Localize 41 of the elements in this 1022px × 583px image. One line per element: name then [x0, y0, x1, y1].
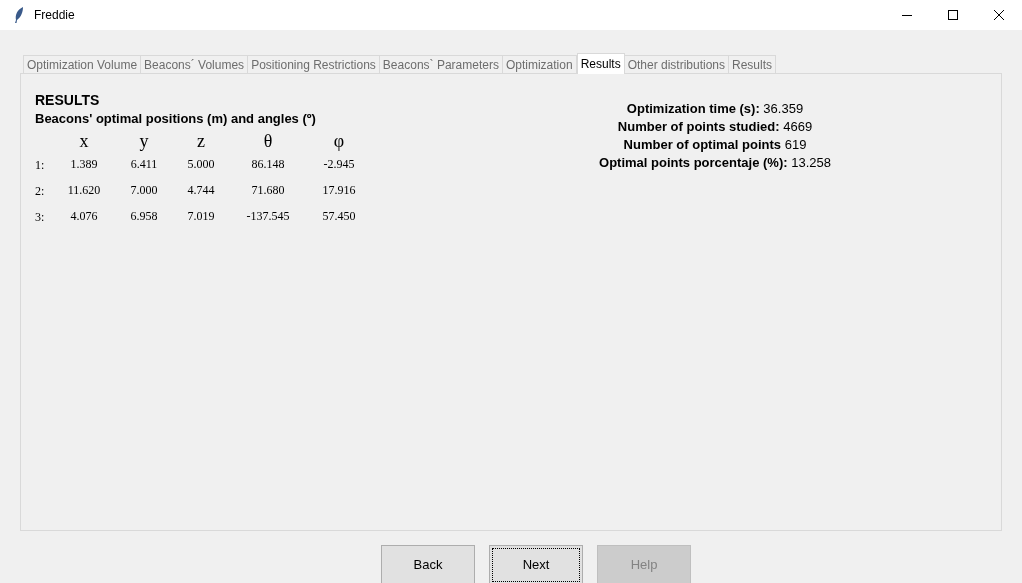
- row-index: 2:: [35, 184, 45, 198]
- row-index: 3:: [35, 210, 45, 224]
- tab[interactable]: Optimization: [501, 55, 577, 73]
- row-index: 1:: [35, 158, 45, 172]
- table-cell-text: 7.019: [187, 208, 215, 225]
- maximize-icon: [948, 10, 958, 20]
- dialog-button[interactable]: Back: [381, 545, 475, 583]
- table-cell-text: 4.076: [70, 208, 98, 225]
- feather-icon: [14, 7, 24, 23]
- window-title: Freddie: [34, 7, 75, 24]
- tab[interactable]: Results: [576, 53, 625, 74]
- column-header: θ: [263, 131, 273, 151]
- stat-line: Optimal points porcentaje (%): 13.258: [599, 154, 831, 172]
- stat-line: Number of optimal points 619: [623, 136, 807, 154]
- column-header: z: [197, 131, 205, 151]
- tab[interactable]: Optimization Volume: [23, 55, 142, 73]
- table-cell-text: 57.450: [322, 208, 356, 225]
- column-header: y: [139, 131, 149, 151]
- table-cell-text: 7.000: [130, 182, 158, 199]
- table-cell-text: -2.945: [323, 156, 355, 173]
- table-cell-text: 6.411: [130, 156, 158, 173]
- table-cell-text: 17.916: [322, 182, 356, 199]
- table-cell-text: 71.680: [251, 182, 285, 199]
- table-cell-text: -137.545: [246, 208, 290, 225]
- stat-line: Number of points studied: 4669: [617, 118, 813, 136]
- tab[interactable]: Positioning Restrictions: [247, 55, 380, 73]
- results-heading: RESULTS: [35, 91, 101, 109]
- table-cell-text: 1.389: [70, 156, 98, 173]
- table-cell-text: 4.744: [187, 182, 215, 199]
- minimize-icon: [902, 14, 912, 16]
- column-header: φ: [333, 131, 345, 151]
- stat-line: Optimization time (s): 36.359: [626, 100, 804, 118]
- table-cell-text: 6.958: [130, 208, 158, 225]
- table-cell-text: 5.000: [187, 156, 215, 173]
- table-cell-text: 11.620: [67, 182, 101, 199]
- column-header: x: [79, 131, 89, 151]
- dialog-button[interactable]: Next: [489, 545, 583, 583]
- close-icon: [994, 10, 1004, 20]
- table-heading: Beacons' optimal positions (m) and angles (º): [35, 110, 317, 128]
- table-cell-text: 86.148: [251, 156, 285, 173]
- tab[interactable]: Results: [728, 55, 777, 73]
